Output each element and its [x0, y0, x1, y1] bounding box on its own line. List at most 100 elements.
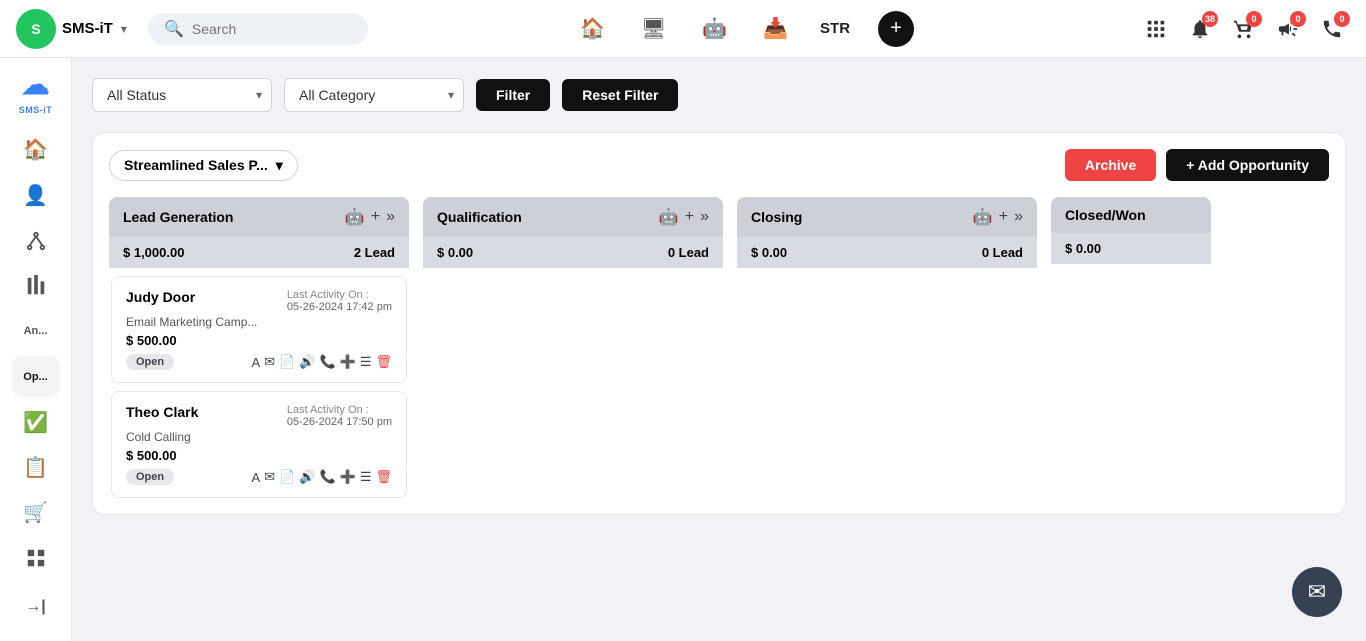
col-add-icon-closing[interactable]: + — [999, 208, 1008, 226]
opp-activity-wrap-judy: Last Activity On : 05-26-2024 17:42 pm — [287, 289, 392, 313]
inbox-nav-icon[interactable]: 📥 — [759, 12, 792, 45]
opp-card-top-judy: Judy Door Last Activity On : 05-26-2024 … — [126, 289, 392, 313]
opp-footer-judy: Open A ✉ 📄 🔊 📞 ➕ ☰ 🗑 — [126, 354, 392, 370]
col-robot-icon-qualification[interactable]: 🤖 — [659, 207, 679, 227]
filter-button[interactable]: Filter — [476, 79, 550, 111]
col-more-icon-closing[interactable]: » — [1014, 208, 1023, 226]
opp-sub-judy: Email Marketing Camp... — [126, 315, 392, 329]
opp-action-email-theo[interactable]: ✉ — [264, 469, 275, 485]
opp-actions-theo: A ✉ 📄 🔊 📞 ➕ ☰ 🗑 — [252, 469, 393, 485]
cart-badge: 0 — [1246, 11, 1262, 27]
brand-chevron-icon: ▾ — [121, 22, 127, 36]
pipeline-actions: Archive + Add Opportunity — [1065, 149, 1329, 181]
plus-button[interactable]: + — [878, 11, 914, 47]
sidebar-item-tasks[interactable]: ✅ — [12, 401, 60, 442]
opp-action-audio-judy[interactable]: 🔊 — [299, 354, 315, 370]
sidebar-item-pipeline[interactable] — [12, 265, 60, 306]
home-nav-icon[interactable]: 🏠 — [576, 12, 609, 45]
opportunity-card-judy-door[interactable]: Judy Door Last Activity On : 05-26-2024 … — [111, 276, 407, 383]
pipeline-card: Streamlined Sales P... ▾ Archive + Add O… — [92, 132, 1346, 515]
pipeline-title-text: Streamlined Sales P... — [124, 157, 268, 173]
pipeline-title-button[interactable]: Streamlined Sales P... ▾ — [109, 150, 298, 181]
kanban-col-qualification: Qualification 🤖 + » $ 0.00 0 Lead — [423, 197, 723, 498]
opp-name-theo: Theo Clark — [126, 404, 198, 420]
opp-card-top-theo: Theo Clark Last Activity On : 05-26-2024… — [126, 404, 392, 428]
brand-logo[interactable]: S SMS-iT ▾ — [16, 9, 136, 49]
sidebar-item-home[interactable]: 🏠 — [12, 129, 60, 170]
search-bar[interactable]: 🔍 — [148, 13, 368, 45]
megaphone-button[interactable]: 0 — [1270, 11, 1306, 47]
col-add-icon-lead-gen[interactable]: + — [371, 208, 380, 226]
opp-action-delete-theo[interactable]: 🗑 — [375, 469, 392, 485]
opp-action-doc-judy[interactable]: 📄 — [279, 354, 295, 370]
opp-action-add-judy[interactable]: ➕ — [340, 354, 356, 370]
status-select[interactable]: All Status Open Closed Won Lost — [92, 78, 272, 112]
category-select[interactable]: All Category Lead Prospect Customer — [284, 78, 464, 112]
col-robot-icon-lead-gen[interactable]: 🤖 — [345, 207, 365, 227]
opp-amount-judy: $ 500.00 — [126, 333, 392, 348]
opportunity-card-theo-clark[interactable]: Theo Clark Last Activity On : 05-26-2024… — [111, 391, 407, 498]
brand-name: SMS-iT — [62, 20, 113, 37]
opp-action-phone-judy[interactable]: 📞 — [319, 354, 335, 370]
opp-action-text-judy[interactable]: A — [252, 355, 261, 370]
chat-bubble-button[interactable]: ✉ — [1292, 567, 1342, 617]
robot-nav-icon[interactable]: 🤖 — [698, 12, 731, 45]
col-count-qualification: 0 Lead — [668, 245, 709, 260]
sidebar-item-contacts[interactable]: 👤 — [12, 174, 60, 215]
opp-action-text-theo[interactable]: A — [252, 470, 261, 485]
col-robot-icon-closing[interactable]: 🤖 — [973, 207, 993, 227]
notifications-button[interactable]: 38 — [1182, 11, 1218, 47]
opp-action-audio-theo[interactable]: 🔊 — [299, 469, 315, 485]
kanban-col-closed-won: Closed/Won $ 0.00 — [1051, 197, 1211, 498]
col-summary-closing: $ 0.00 0 Lead — [737, 237, 1037, 268]
col-summary-qualification: $ 0.00 0 Lead — [423, 237, 723, 268]
kanban-col-closing: Closing 🤖 + » $ 0.00 0 Lead — [737, 197, 1037, 498]
opp-footer-theo: Open A ✉ 📄 🔊 📞 ➕ ☰ 🗑 — [126, 469, 392, 485]
archive-button[interactable]: Archive — [1065, 149, 1156, 181]
opp-action-add-theo[interactable]: ➕ — [340, 469, 356, 485]
sidebar-item-collapse[interactable]: →| — [12, 583, 60, 631]
add-opportunity-button[interactable]: + Add Opportunity — [1166, 149, 1329, 181]
status-select-wrapper: All Status Open Closed Won Lost ▾ — [92, 78, 272, 112]
top-navigation: S SMS-iT ▾ 🔍 🏠 🖥 🤖 📥 STR + 38 0 0 — [0, 0, 1366, 58]
sidebar-item-opportunities[interactable]: Op... — [12, 356, 60, 397]
opp-action-doc-theo[interactable]: 📄 — [279, 469, 295, 485]
sidebar-item-reports[interactable]: 📋 — [12, 447, 60, 488]
opp-action-list-judy[interactable]: ☰ — [360, 354, 372, 370]
opp-action-phone-theo[interactable]: 📞 — [319, 469, 335, 485]
reset-filter-button[interactable]: Reset Filter — [562, 79, 678, 111]
opp-status-theo: Open — [126, 469, 174, 485]
col-header-closing: Closing 🤖 + » — [737, 197, 1037, 237]
col-add-icon-qualification[interactable]: + — [685, 208, 694, 226]
search-input[interactable] — [192, 21, 352, 37]
col-title-closing: Closing — [751, 209, 967, 225]
opp-action-email-judy[interactable]: ✉ — [264, 354, 275, 370]
sidebar-item-cart[interactable]: 🛒 — [12, 492, 60, 533]
opp-actions-judy: A ✉ 📄 🔊 📞 ➕ ☰ 🗑 — [252, 354, 393, 370]
nav-right-icons: 38 0 0 0 — [1138, 11, 1350, 47]
monitor-nav-icon[interactable]: 🖥 — [637, 12, 670, 45]
col-more-icon-lead-gen[interactable]: » — [386, 208, 395, 226]
search-icon: 🔍 — [164, 19, 184, 39]
opp-action-list-theo[interactable]: ☰ — [360, 469, 372, 485]
phone-button[interactable]: 0 — [1314, 11, 1350, 47]
opp-action-delete-judy[interactable]: 🗑 — [375, 354, 392, 370]
sidebar-logo: ☁ SMS-iT — [19, 68, 53, 115]
pipeline-title-wrap: Streamlined Sales P... ▾ — [109, 150, 298, 181]
col-amount-lead-gen: $ 1,000.00 — [123, 245, 184, 260]
opp-activity-date-theo: 05-26-2024 17:50 pm — [287, 416, 392, 428]
sidebar-item-analytics[interactable]: An... — [12, 311, 60, 352]
cart-button[interactable]: 0 — [1226, 11, 1262, 47]
col-amount-closing: $ 0.00 — [751, 245, 787, 260]
col-more-icon-qualification[interactable]: » — [700, 208, 709, 226]
kanban-col-lead-gen: Lead Generation 🤖 + » $ 1,000.00 2 Lead … — [109, 197, 409, 498]
main-content: All Status Open Closed Won Lost ▾ All Ca… — [72, 58, 1366, 641]
col-title-lead-gen: Lead Generation — [123, 209, 339, 225]
sidebar-item-data[interactable] — [12, 538, 60, 579]
col-header-qualification: Qualification 🤖 + » — [423, 197, 723, 237]
grid-menu-button[interactable] — [1138, 11, 1174, 47]
megaphone-badge: 0 — [1290, 11, 1306, 27]
sidebar-item-network[interactable] — [12, 220, 60, 261]
str-label[interactable]: STR — [820, 20, 850, 37]
opp-sub-theo: Cold Calling — [126, 430, 392, 444]
